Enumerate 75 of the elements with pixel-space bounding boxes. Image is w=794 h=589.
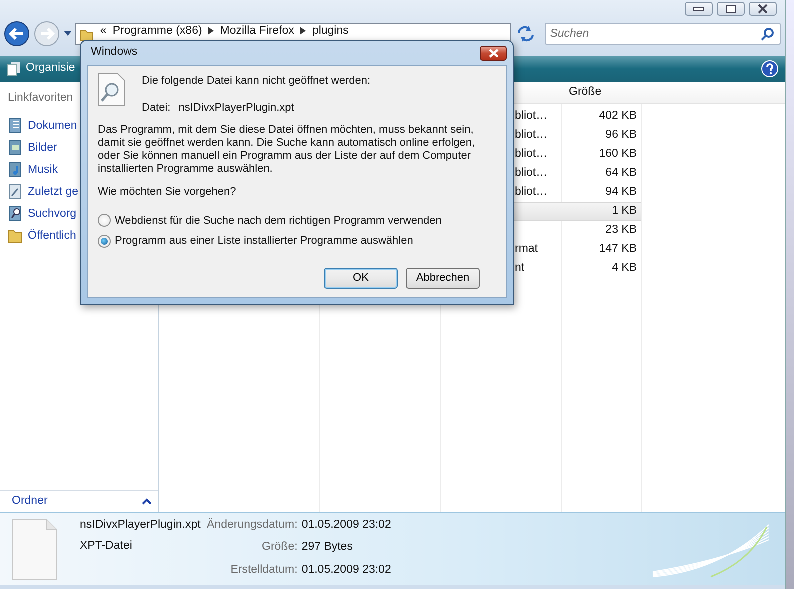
- sidebar-item[interactable]: Öffentlich: [28, 225, 76, 248]
- table-cell: bliot…: [515, 186, 548, 198]
- chevron-up-icon[interactable]: [142, 498, 152, 505]
- radio-button[interactable]: [98, 234, 111, 248]
- close-button[interactable]: [480, 46, 507, 60]
- search-folder-icon[interactable]: [8, 206, 24, 222]
- dialog-title: Windows: [91, 45, 138, 60]
- option-label[interactable]: Webdienst für die Suche nach dem richtigen Programm verwenden: [115, 212, 442, 229]
- radio-button[interactable]: [98, 214, 111, 228]
- table-cell: rmat: [515, 242, 538, 255]
- table-cell: 1 KB: [612, 204, 637, 217]
- file-name: nsIDivxPlayerPlugin.xpt: [178, 100, 294, 116]
- dialog-message: Das Programm, mit dem Sie diese Datei öffnen möchten, muss bekannt sein, damit sie geöffnet werden kann. Die Suche kann automatisch online erfolgen, oder Sie können manuell ein Programm aus der Liste der auf dem Computer installierten Programme auswählen.: [98, 124, 476, 176]
- help-icon[interactable]: [761, 60, 779, 78]
- file-name: nsIDivxPlayerPlugin.xpt: [80, 518, 201, 533]
- breadcrumb-arrow-icon[interactable]: [208, 27, 214, 35]
- file-label: Datei:: [142, 100, 171, 116]
- sidebar-item[interactable]: Suchvorg: [28, 203, 77, 226]
- pictures-icon[interactable]: [8, 140, 24, 156]
- recent-items-icon[interactable]: [8, 184, 24, 200]
- table-cell: 23 KB: [606, 224, 637, 236]
- sidebar-item[interactable]: Zuletzt ge: [28, 181, 78, 204]
- sidebar-item[interactable]: Musik: [28, 159, 58, 182]
- maximize-button[interactable]: [717, 2, 745, 16]
- overflow-button[interactable]: «: [100, 24, 107, 38]
- section-heading: Linkfavoriten: [7, 91, 74, 106]
- table-cell: 402 KB: [599, 110, 637, 122]
- sidebar-item[interactable]: Bilder: [28, 137, 58, 160]
- file-type: XPT-Datei: [80, 539, 134, 554]
- search-field[interactable]: Suchen: [545, 23, 781, 45]
- table-cell: bliot…: [515, 110, 548, 122]
- table-cell: bliot…: [515, 166, 548, 179]
- table-cell: 147 KB: [599, 242, 637, 255]
- organize-button[interactable]: Organisie: [26, 60, 76, 78]
- field-label: Größe:: [261, 540, 298, 556]
- back-button[interactable]: [4, 21, 30, 47]
- table-cell: 4 KB: [612, 262, 637, 274]
- sidebar-item[interactable]: Dokumen: [28, 115, 78, 138]
- table-cell: 160 KB: [599, 148, 637, 160]
- pages-icon: [6, 61, 22, 77]
- column-header[interactable]: Größe: [569, 84, 602, 102]
- folders-label[interactable]: Ordner: [12, 492, 48, 510]
- folder-icon: [80, 28, 94, 42]
- field-label: Änderungsdatum:: [206, 517, 298, 533]
- breadcrumb-arrow-icon[interactable]: [300, 27, 306, 35]
- maximize-icon[interactable]: [725, 4, 737, 14]
- close-button[interactable]: [749, 2, 777, 16]
- dialog-heading: Die folgende Datei kann nicht geöffnet werden:: [142, 74, 371, 89]
- table-cell: 96 KB: [606, 128, 637, 141]
- breadcrumb-item[interactable]: plugins: [312, 24, 349, 38]
- table-cell: bliot…: [515, 128, 548, 141]
- ok-button[interactable]: OK: [324, 268, 398, 289]
- field-value: 01.05.2009 23:02: [302, 518, 392, 533]
- search-icon[interactable]: [760, 27, 775, 41]
- dialog-question: Wie möchten Sie vorgehen?: [98, 185, 238, 200]
- music-icon[interactable]: [8, 162, 24, 178]
- field-label: Erstelldatum:: [230, 562, 298, 578]
- cancel-button[interactable]: Abbrechen: [406, 268, 480, 289]
- documents-icon[interactable]: [8, 118, 24, 134]
- table-cell: bliot…: [515, 148, 548, 160]
- file-search-icon: [98, 73, 126, 107]
- folder-icon[interactable]: [8, 228, 24, 244]
- table-cell: 94 KB: [606, 186, 637, 198]
- breadcrumb-item[interactable]: Programme (x86): [112, 24, 202, 38]
- dropdown-arrow-icon[interactable]: [64, 31, 72, 37]
- minimize-button[interactable]: [685, 2, 713, 16]
- file-icon: [12, 519, 58, 581]
- table-cell: 64 KB: [606, 166, 637, 179]
- breadcrumb-item[interactable]: Mozilla Firefox: [220, 24, 294, 38]
- field-value: 297 Bytes: [302, 540, 353, 556]
- option-label[interactable]: Programm aus einer Liste installierter Programme auswählen: [115, 233, 414, 250]
- table-cell: nt: [515, 262, 525, 274]
- field-value: 01.05.2009 23:02: [302, 562, 392, 578]
- minimize-icon[interactable]: [693, 6, 705, 12]
- close-icon[interactable]: [757, 4, 769, 14]
